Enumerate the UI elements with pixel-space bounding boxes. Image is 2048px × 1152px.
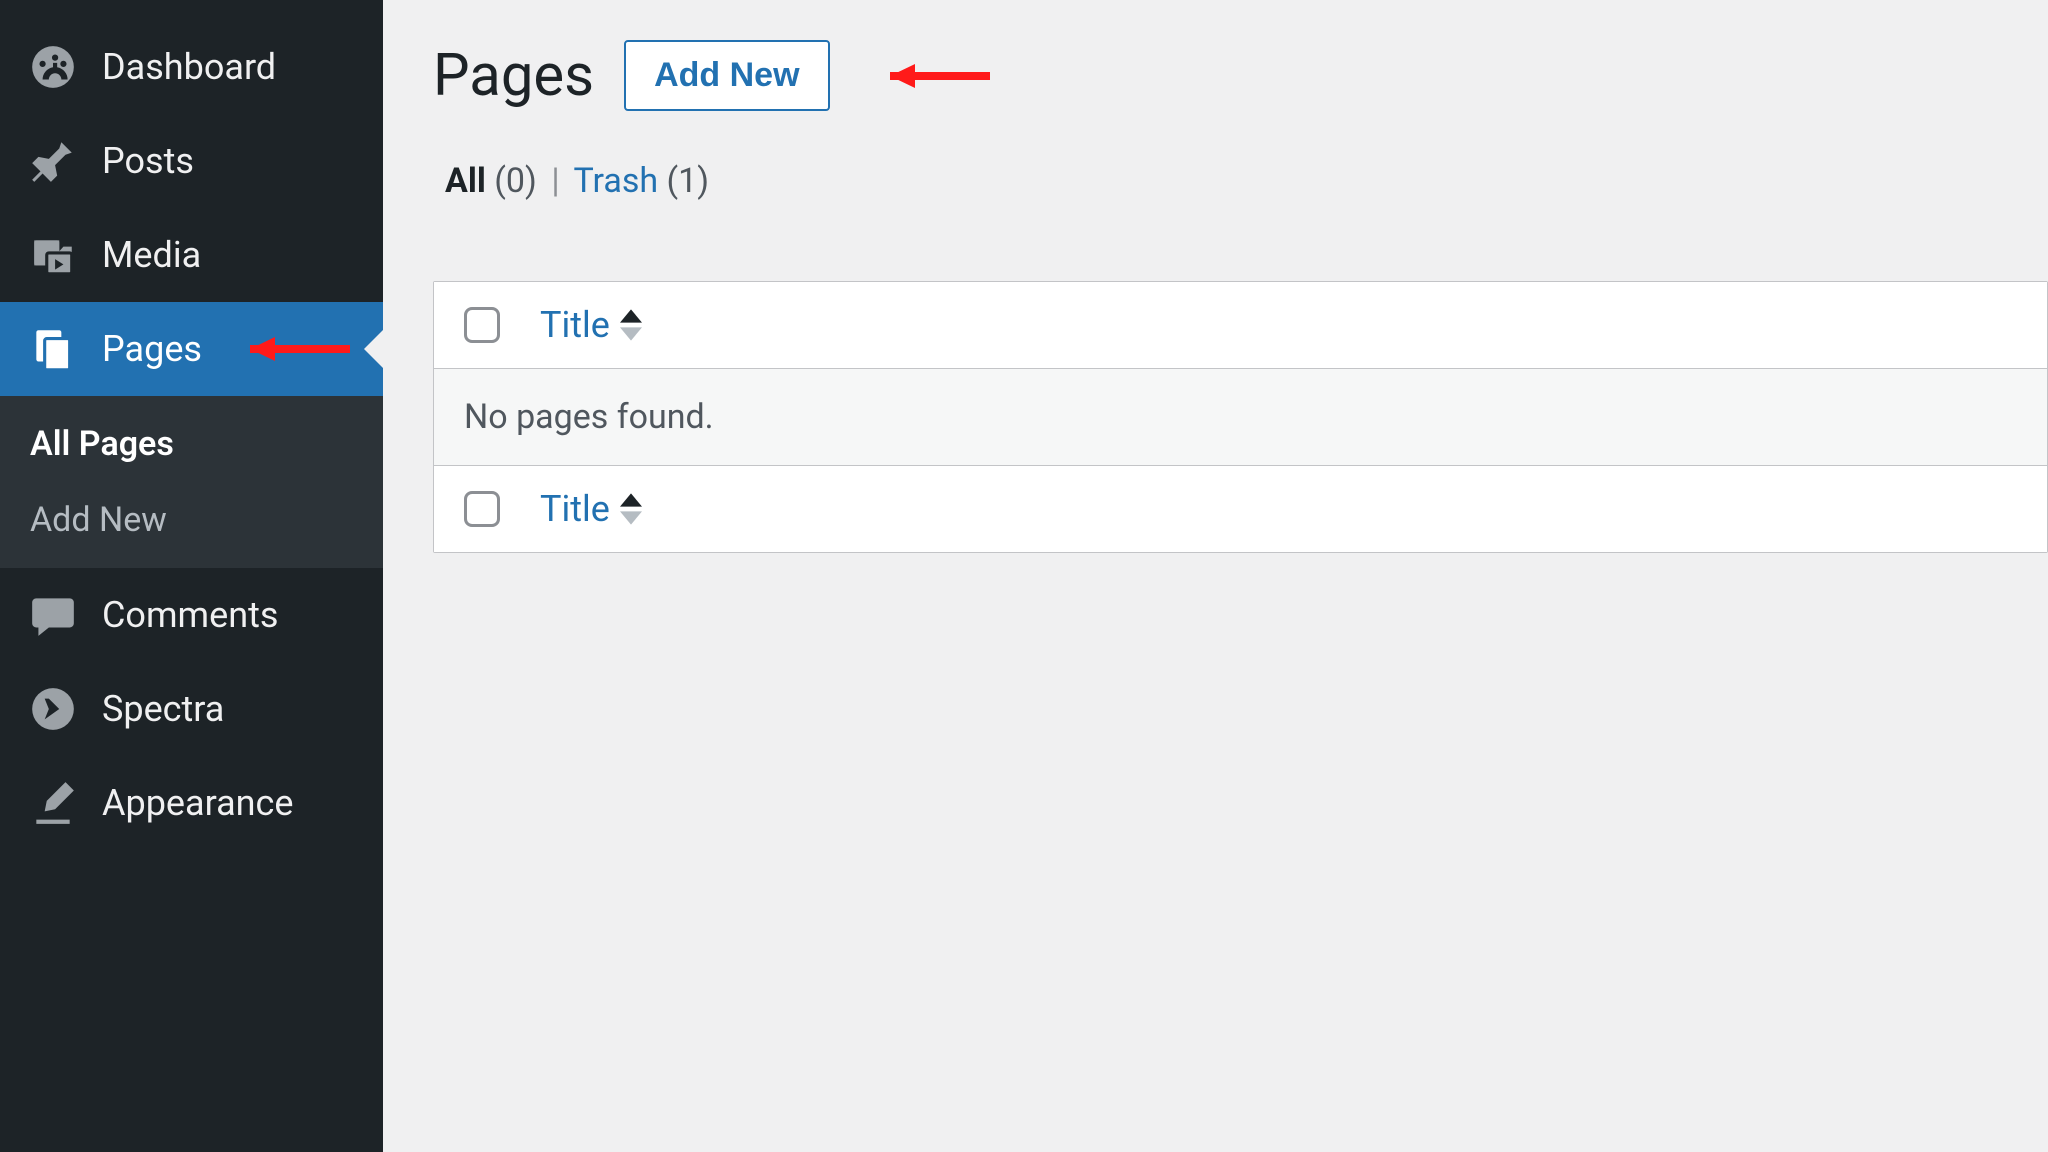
filter-links: All (0) | Trash (1) — [433, 161, 2048, 201]
filter-trash-count: (1) — [667, 161, 710, 201]
sidebar-item-spectra[interactable]: Spectra — [0, 662, 383, 756]
sidebar-item-label: Comments — [102, 594, 278, 636]
sidebar-item-label: Media — [102, 234, 201, 276]
sidebar-item-appearance[interactable]: Appearance — [0, 756, 383, 850]
dashboard-icon — [28, 42, 78, 92]
table-empty-message: No pages found. — [434, 369, 2047, 465]
sidebar-submenu-pages: All Pages Add New — [0, 396, 383, 568]
media-icon — [28, 230, 78, 280]
sidebar-item-posts[interactable]: Posts — [0, 114, 383, 208]
filter-trash-label: Trash — [573, 161, 658, 201]
pages-table: Title No pages found. Title — [433, 281, 2048, 553]
sort-icon — [620, 493, 642, 525]
page-header: Pages Add New — [433, 40, 2048, 111]
select-all-checkbox-bottom[interactable] — [464, 491, 500, 527]
table-header-row: Title — [434, 282, 2047, 369]
add-new-button[interactable]: Add New — [624, 40, 829, 111]
annotation-arrow-icon — [220, 329, 360, 369]
pin-icon — [28, 136, 78, 186]
column-footer-title[interactable]: Title — [540, 488, 642, 530]
admin-sidebar: Dashboard Posts Media Pages All Pages Ad… — [0, 0, 383, 1152]
sidebar-item-label: Appearance — [102, 782, 293, 824]
column-header-title[interactable]: Title — [540, 304, 642, 346]
submenu-item-add-new[interactable]: Add New — [0, 482, 383, 558]
sidebar-item-label: Dashboard — [102, 46, 276, 88]
page-title: Pages — [433, 42, 594, 110]
spectra-icon — [28, 684, 78, 734]
filter-all-count: (0) — [494, 161, 537, 201]
select-all-checkbox[interactable] — [464, 307, 500, 343]
filter-trash[interactable]: Trash (1) — [573, 161, 709, 201]
sidebar-item-label: Posts — [102, 140, 194, 182]
filter-all-label: All — [445, 161, 486, 201]
main-content: Pages Add New All (0) | Trash (1) Title — [383, 0, 2048, 1152]
appearance-icon — [28, 778, 78, 828]
pages-icon — [28, 324, 78, 374]
sidebar-item-label: Spectra — [102, 688, 224, 730]
column-header-title-label: Title — [540, 304, 610, 346]
column-footer-title-label: Title — [540, 488, 610, 530]
submenu-item-all-pages[interactable]: All Pages — [0, 406, 383, 482]
annotation-arrow-icon — [860, 56, 1000, 96]
sidebar-item-dashboard[interactable]: Dashboard — [0, 20, 383, 114]
filter-all[interactable]: All (0) — [445, 161, 545, 201]
sort-icon — [620, 309, 642, 341]
filter-separator: | — [551, 161, 559, 201]
sidebar-item-pages[interactable]: Pages — [0, 302, 383, 396]
sidebar-item-comments[interactable]: Comments — [0, 568, 383, 662]
sidebar-item-media[interactable]: Media — [0, 208, 383, 302]
comments-icon — [28, 590, 78, 640]
table-footer-row: Title — [434, 465, 2047, 552]
sidebar-item-label: Pages — [102, 328, 202, 370]
